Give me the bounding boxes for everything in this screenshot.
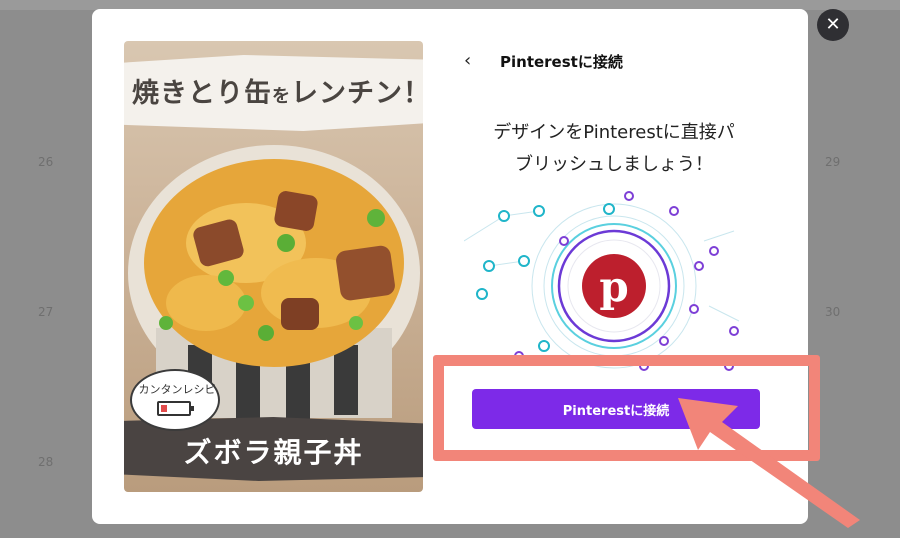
annotation-arrow-icon <box>678 398 860 528</box>
back-button[interactable]: ‹ <box>464 49 488 73</box>
pin-headline: 焼きとり缶をレンチン！ <box>132 71 423 110</box>
chevron-left-icon: ‹ <box>464 50 472 71</box>
battery-icon <box>157 401 194 416</box>
panel-title: Pinterestに接続 <box>500 53 623 71</box>
pinterest-network-illustration: p <box>464 191 740 371</box>
speech-bubble: カンタンレシピ <box>130 369 220 431</box>
svg-text:p: p <box>599 262 628 311</box>
headline-end: レンチン！ <box>291 78 423 109</box>
background-date: 30 <box>825 305 841 319</box>
bubble-text: カンタンレシピ <box>138 383 216 396</box>
description-line: デザインをPinterestに直接パ <box>493 122 735 143</box>
pinterest-logo-icon: p <box>582 254 646 318</box>
panel-description: デザインをPinterestに直接パ ブリッシュしましょう！ <box>464 117 764 181</box>
headline-main: 焼きとり缶 <box>132 78 272 109</box>
pin-preview-image: 焼きとり缶をレンチン！ カンタンレシピ ズボラ親子丼 <box>124 41 423 492</box>
pin-subtitle: ズボラ親子丼 <box>183 436 364 469</box>
background-date: 29 <box>825 155 841 169</box>
description-line: ブリッシュしましょう！ <box>515 154 713 175</box>
close-button[interactable]: ✕ <box>817 9 849 41</box>
headline-particle: を <box>272 86 291 107</box>
close-icon: ✕ <box>825 14 841 35</box>
background-date: 28 <box>38 455 54 469</box>
background-date: 26 <box>38 155 54 169</box>
background-date: 27 <box>38 305 54 319</box>
